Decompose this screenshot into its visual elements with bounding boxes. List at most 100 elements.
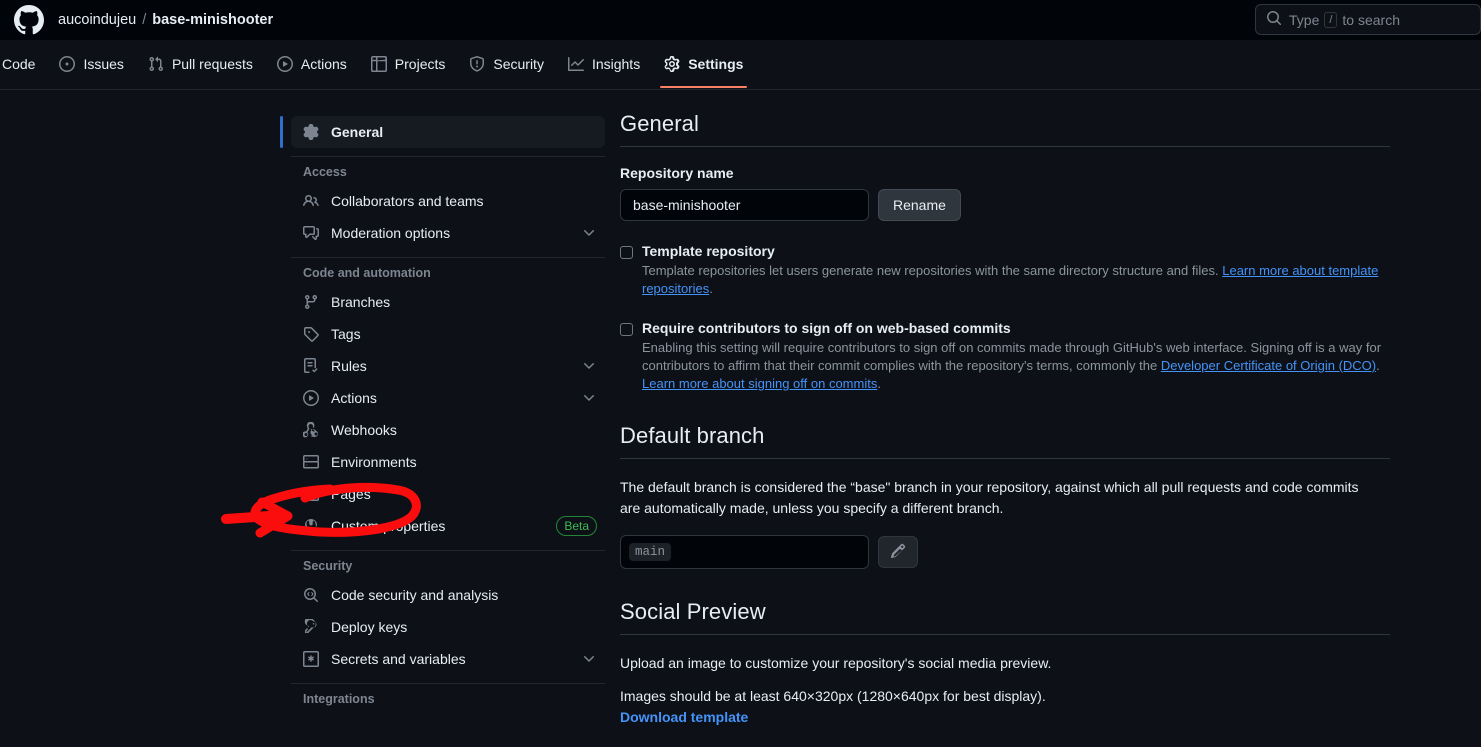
shield-icon xyxy=(469,56,485,72)
template-repository-desc-period: . xyxy=(709,281,713,296)
sign-off-desc-period: . xyxy=(1376,358,1380,373)
sidebar-item-tags[interactable]: Tags xyxy=(291,318,605,350)
sidebar-item-pages[interactable]: Pages xyxy=(291,478,605,510)
breadcrumb: aucoindujeu / base-minishooter xyxy=(58,12,273,28)
secret-icon xyxy=(303,651,319,667)
sidebar-item-environments[interactable]: Environments xyxy=(291,446,605,478)
template-repository-description: Template repositories let users generate… xyxy=(642,262,1390,298)
sidebar-item-moderation-options-label: Moderation options xyxy=(331,225,451,241)
people-icon xyxy=(303,193,319,209)
sidebar-item-code-security-and-analysis[interactable]: Code security and analysis xyxy=(291,579,605,611)
git-pull-request-icon xyxy=(148,56,164,72)
status-badge-beta: Beta xyxy=(556,516,597,536)
sidebar-item-rules[interactable]: Rules xyxy=(291,350,605,382)
sidebar-divider-3 xyxy=(291,550,605,551)
sign-off-learn-more-link[interactable]: Learn more about signing off on commits xyxy=(642,376,877,391)
sidebar-divider-4 xyxy=(291,683,605,684)
sidebar-item-deploy-keys-label: Deploy keys xyxy=(331,619,408,635)
repository-name-input[interactable]: base-minishooter xyxy=(620,189,869,221)
search-slash-key: / xyxy=(1324,11,1338,28)
sidebar-item-custom-properties[interactable]: Custom properties Beta xyxy=(291,510,605,542)
sidebar-item-tags-label: Tags xyxy=(331,326,361,342)
tab-security[interactable]: Security xyxy=(457,40,556,88)
search-placeholder-prefix: Type xyxy=(1289,11,1320,28)
sidebar-item-custom-properties-label: Custom properties xyxy=(331,518,446,534)
dco-link[interactable]: Developer Certificate of Origin (DCO) xyxy=(1161,358,1376,373)
sign-off-description: Enabling this setting will require contr… xyxy=(642,339,1390,393)
sidebar-heading-security: Security xyxy=(303,559,353,573)
search-input[interactable]: Type / to search xyxy=(1255,4,1481,35)
template-repository-checkbox[interactable] xyxy=(620,246,633,259)
section-divider-social-preview xyxy=(620,634,1390,635)
sign-off-setting: Require contributors to sign off on web-… xyxy=(620,320,1390,393)
default-branch-description: The default branch is considered the “ba… xyxy=(620,479,1359,516)
download-template-link[interactable]: Download template xyxy=(620,709,748,725)
chevron-down-icon[interactable] xyxy=(581,225,597,241)
table-icon xyxy=(370,56,387,72)
tab-security-label: Security xyxy=(493,56,544,72)
default-branch-field[interactable]: main xyxy=(620,535,869,569)
template-repository-body: Template repository Template repositorie… xyxy=(642,243,1390,298)
page-title: General xyxy=(620,111,699,136)
sidebar-heading-code-and-automation: Code and automation xyxy=(303,266,431,280)
sidebar-item-collaborators-and-teams[interactable]: Collaborators and teams xyxy=(291,185,605,217)
issue-opened-icon xyxy=(59,56,76,72)
tab-insights[interactable]: Insights xyxy=(556,40,652,88)
webhook-icon xyxy=(303,422,319,438)
search-icon xyxy=(1266,10,1282,29)
chevron-down-icon[interactable] xyxy=(581,390,597,406)
sign-off-body: Require contributors to sign off on web-… xyxy=(642,320,1390,393)
sidebar-item-pages-label: Pages xyxy=(331,486,371,502)
sidebar-item-actions[interactable]: Actions xyxy=(291,382,605,414)
settings-sidebar: General Access Collaborators and teams M… xyxy=(280,116,605,712)
search-placeholder: Type / to search xyxy=(1289,11,1401,28)
social-preview-title: Social Preview xyxy=(620,599,766,624)
tab-settings[interactable]: Settings xyxy=(652,40,755,88)
rules-icon xyxy=(303,358,319,374)
settings-content: General Access Collaborators and teams M… xyxy=(0,91,1481,747)
tab-issues[interactable]: Issues xyxy=(47,40,135,88)
sidebar-item-collaborators-and-teams-label: Collaborators and teams xyxy=(331,193,484,209)
tools-icon xyxy=(303,518,319,534)
repository-nav-tabs: Code Issues Pull requests Actions Projec xyxy=(0,40,1481,90)
rename-button[interactable]: Rename xyxy=(878,189,961,221)
sidebar-heading-access: Access xyxy=(303,165,347,179)
github-repo-settings-page: aucoindujeu / base-minishooter Type / to… xyxy=(0,0,1481,747)
sidebar-item-general[interactable]: General xyxy=(280,116,605,148)
chevron-down-icon[interactable] xyxy=(581,358,597,374)
breadcrumb-separator: / xyxy=(142,12,147,28)
tab-insights-label: Insights xyxy=(591,56,641,72)
chevron-down-icon[interactable] xyxy=(581,651,597,667)
tab-projects-label: Projects xyxy=(394,56,446,72)
sidebar-item-moderation-options[interactable]: Moderation options xyxy=(291,217,605,249)
template-repository-label: Template repository xyxy=(642,243,775,259)
sidebar-item-secrets-and-variables[interactable]: Secrets and variables xyxy=(291,643,605,675)
play-icon xyxy=(276,56,293,72)
template-repository-desc-text: Template repositories let users generate… xyxy=(642,263,1219,278)
edit-default-branch-button[interactable] xyxy=(878,536,918,568)
sidebar-item-branches[interactable]: Branches xyxy=(291,286,605,318)
repository-name-row: base-minishooter Rename xyxy=(620,189,1390,221)
tab-pull-requests-label: Pull requests xyxy=(171,56,253,72)
tab-actions[interactable]: Actions xyxy=(265,40,359,88)
settings-main-panel: General Repository name base-minishooter… xyxy=(620,111,1390,725)
social-preview-line2: Images should be at least 640×320px (128… xyxy=(620,688,1046,704)
sidebar-item-deploy-keys[interactable]: Deploy keys xyxy=(291,611,605,643)
comment-discussion-icon xyxy=(303,225,319,241)
tab-pull-requests[interactable]: Pull requests xyxy=(136,40,265,88)
breadcrumb-owner[interactable]: aucoindujeu xyxy=(58,12,136,28)
pencil-icon xyxy=(890,543,906,562)
tab-projects[interactable]: Projects xyxy=(359,40,458,88)
breadcrumb-repo[interactable]: base-minishooter xyxy=(152,12,273,28)
tab-actions-label: Actions xyxy=(300,56,347,72)
sign-off-checkbox[interactable] xyxy=(620,323,633,336)
sidebar-item-webhooks[interactable]: Webhooks xyxy=(291,414,605,446)
git-branch-icon xyxy=(303,294,319,310)
sidebar-item-code-security-and-analysis-label: Code security and analysis xyxy=(331,587,499,603)
sidebar-divider-1 xyxy=(291,156,605,157)
sidebar-heading-integrations: Integrations xyxy=(303,692,375,706)
sidebar-item-environments-label: Environments xyxy=(331,454,417,470)
github-mark-icon[interactable] xyxy=(14,5,44,35)
search-placeholder-suffix: to search xyxy=(1342,11,1401,28)
tab-code[interactable]: Code xyxy=(0,40,47,88)
